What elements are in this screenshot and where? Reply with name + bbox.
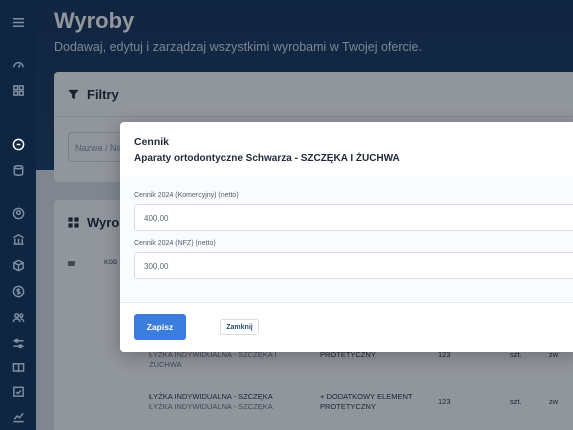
calendar-icon[interactable] — [11, 384, 25, 398]
chart-icon[interactable] — [11, 409, 25, 423]
sliders-icon[interactable] — [11, 336, 25, 350]
dashboard-icon[interactable] — [11, 57, 25, 71]
divider — [120, 302, 573, 303]
user-icon[interactable] — [11, 206, 25, 220]
nfz-price-input[interactable]: 300,00 — [134, 252, 573, 279]
modal-subtitle: Aparaty ortodontyczne Schwarza - SZCZĘKA… — [134, 153, 400, 164]
modal-body: Cennik 2024 (Komercyjny) (netto) 400,00 … — [120, 176, 573, 302]
nfz-price-label: Cennik 2024 (NFZ) (netto) — [134, 240, 216, 247]
commercial-price-input[interactable]: 400,00 — [134, 204, 573, 231]
close-button[interactable]: Zamknij — [220, 319, 259, 335]
modal-title: Cennik — [134, 136, 170, 148]
dollar-icon[interactable] — [11, 284, 25, 298]
grid-icon[interactable] — [11, 83, 25, 97]
users-icon[interactable] — [11, 310, 25, 324]
menu-icon[interactable] — [11, 15, 25, 29]
catalog-icon[interactable] — [11, 137, 25, 151]
price-list-modal: Cennik Aparaty ortodontyczne Schwarza - … — [120, 122, 573, 352]
commercial-price-label: Cennik 2024 (Komercyjny) (netto) — [134, 192, 239, 199]
save-button[interactable]: Zapisz — [134, 314, 186, 340]
database-icon[interactable] — [11, 163, 25, 177]
book-icon[interactable] — [11, 360, 25, 374]
sidebar — [0, 0, 36, 430]
box-icon[interactable] — [11, 258, 25, 272]
bank-icon[interactable] — [11, 232, 25, 246]
